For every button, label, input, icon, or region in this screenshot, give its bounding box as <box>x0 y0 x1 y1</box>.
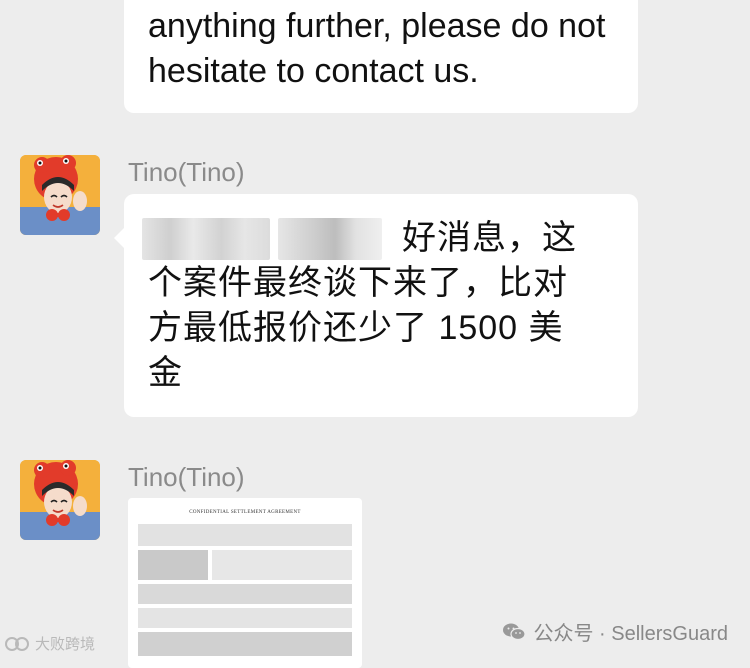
wechat-icon <box>502 623 526 640</box>
message-text: 金 <box>148 354 183 392</box>
message-bubble-incoming[interactable]: 好消息，这 个案件最终谈下来了，比对 方最低报价还少了 1500 美 金 <box>114 194 638 417</box>
redacted-content <box>138 550 208 580</box>
redacted-content <box>212 550 352 580</box>
watermark-left-text: 大败跨境 <box>35 636 96 653</box>
message-text: 个案件最终谈下来了，比对 <box>148 264 568 302</box>
redacted-content <box>138 632 352 656</box>
avatar-image <box>20 460 100 540</box>
watermark-left: 大败跨境 <box>4 633 95 654</box>
message-bubble-incoming[interactable]: anything further, please do not hesitate… <box>124 0 638 113</box>
watermark-right: 公众号 · SellersGuard <box>502 617 729 646</box>
brand-logo-icon <box>5 636 29 651</box>
watermark-right-text: 公众号 · SellersGuard <box>533 623 729 645</box>
sender-name: Tino(Tino) <box>128 157 245 187</box>
message-text: anything further, please do not hesitate… <box>148 7 606 90</box>
redacted-content <box>138 524 352 546</box>
sender-avatar[interactable] <box>20 460 100 540</box>
redacted-content <box>138 584 352 604</box>
redacted-content <box>138 608 352 628</box>
sender-name: Tino(Tino) <box>128 462 245 492</box>
message-text: 方最低报价还少了 1500 美 <box>148 309 564 347</box>
redacted-name <box>278 218 382 260</box>
message-text: 好消息，这 <box>402 219 577 257</box>
redacted-name <box>142 218 270 260</box>
document-title: CONFIDENTIAL SETTLEMENT AGREEMENT <box>189 510 301 515</box>
sender-avatar[interactable] <box>20 155 100 235</box>
avatar-image <box>20 155 100 235</box>
document-attachment[interactable]: CONFIDENTIAL SETTLEMENT AGREEMENT <box>128 498 362 668</box>
